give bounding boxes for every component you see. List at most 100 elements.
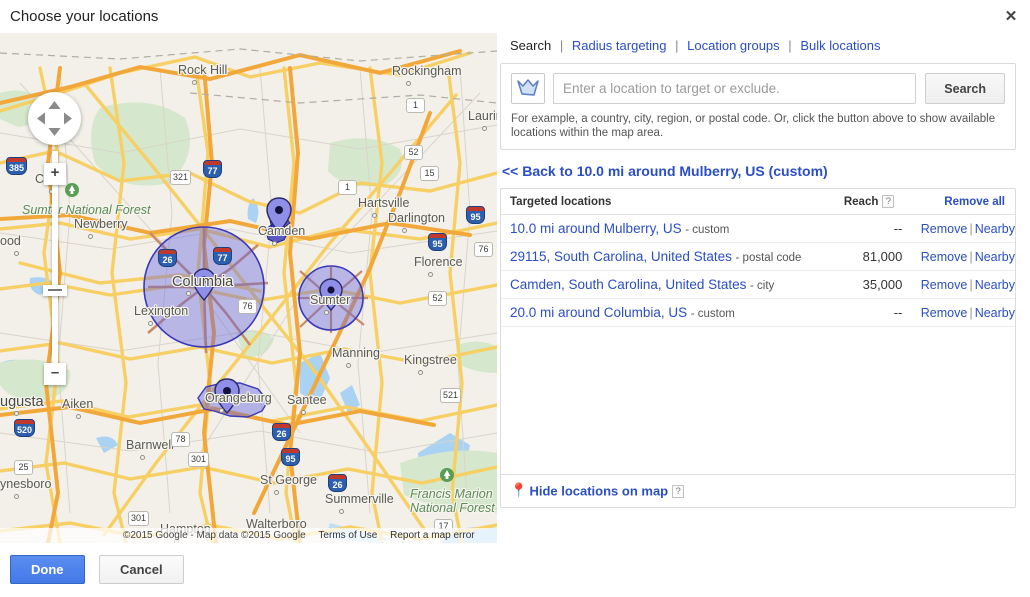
table-row: 29115, South Carolina, United States - p… — [501, 243, 1015, 271]
report-map-error-link[interactable]: Report a map error — [385, 530, 479, 541]
location-link[interactable]: 29115, South Carolina, United States — [510, 249, 732, 264]
map-city-dot — [339, 509, 344, 514]
terms-of-use-link[interactable]: Terms of Use — [313, 530, 382, 541]
nearby-link[interactable]: Nearby — [975, 278, 1015, 292]
location-link[interactable]: 20.0 mi around Columbia, US — [510, 305, 687, 320]
map-city-dot — [402, 228, 407, 233]
location-actions: Remove|Nearby — [902, 243, 1015, 271]
park-icon-sumter — [65, 183, 79, 197]
route-shield-icon: 95 — [466, 206, 485, 224]
location-reach: -- — [829, 299, 903, 327]
route-shield-icon: 95 — [281, 448, 300, 466]
location-reach: 35,000 — [829, 271, 903, 299]
remove-link[interactable]: Remove — [921, 306, 968, 320]
pan-right-icon — [64, 113, 72, 125]
action-separator: | — [967, 277, 974, 292]
pan-left-icon — [37, 113, 45, 125]
cancel-button[interactable]: Cancel — [99, 555, 184, 584]
search-hint: For example, a country, city, region, or… — [511, 112, 1005, 140]
location-reach: 81,000 — [829, 243, 903, 271]
route-shield-icon: 26 — [328, 474, 347, 492]
col-header-reach-label: Reach — [844, 196, 879, 208]
map-city-dot — [428, 272, 433, 277]
location-type: - custom — [685, 224, 729, 236]
route-shield-icon: 52 — [428, 291, 447, 306]
search-box-container: Search For example, a country, city, reg… — [500, 63, 1016, 150]
tab-separator: | — [670, 38, 683, 53]
search-button[interactable]: Search — [925, 73, 1005, 104]
remove-link[interactable]: Remove — [921, 278, 968, 292]
map-city-dot — [406, 81, 411, 86]
table-header-row: Targeted locations Reach? Remove all — [501, 189, 1015, 215]
choose-locations-dialog: Choose your locations ✕ — [0, 0, 1030, 597]
pan-up-icon — [49, 101, 61, 109]
route-shield-icon: 26 — [272, 423, 291, 441]
route-shield-icon: 520 — [14, 419, 35, 437]
map-zoom-slider-handle[interactable] — [43, 285, 67, 296]
tab-search[interactable]: Search — [510, 38, 551, 53]
remove-all-link[interactable]: Remove all — [944, 196, 1005, 208]
pan-down-icon — [49, 128, 61, 136]
location-type: - postal code — [736, 252, 802, 264]
done-button[interactable]: Done — [10, 555, 85, 584]
map-city-dot — [301, 410, 306, 415]
action-separator: | — [967, 249, 974, 264]
nearby-link[interactable]: Nearby — [975, 250, 1015, 264]
route-shield-icon: 301 — [128, 511, 149, 526]
location-reach: -- — [829, 215, 903, 243]
table-row: Camden, South Carolina, United States - … — [501, 271, 1015, 299]
locations-panel: Search | Radius targeting | Location gro… — [500, 38, 1016, 508]
search-input[interactable] — [553, 73, 916, 104]
table-row: 10.0 mi around Mulberry, US - custom -- Re… — [501, 215, 1015, 243]
nearby-link[interactable]: Nearby — [975, 222, 1015, 236]
route-shield-icon: 76 — [238, 299, 257, 314]
page-title: Choose your locations — [10, 8, 158, 25]
map-zoom-track[interactable] — [52, 151, 58, 379]
map-city-dot — [346, 363, 351, 368]
map-city-dot — [148, 321, 153, 326]
hide-locations-footer: 📍Hide locations on map? — [501, 474, 1015, 507]
route-shield-icon: 77 — [213, 247, 232, 265]
map-city-dot — [14, 411, 19, 416]
hide-locations-on-map-link[interactable]: Hide locations on map — [529, 483, 668, 498]
route-shield-icon: 385 — [6, 157, 27, 175]
location-type: - city — [750, 280, 774, 292]
map-city-dot — [219, 408, 224, 413]
remove-link[interactable]: Remove — [921, 250, 968, 264]
action-separator: | — [967, 305, 974, 320]
remove-link[interactable]: Remove — [921, 222, 968, 236]
location-type: - custom — [691, 308, 735, 320]
location-actions: Remove|Nearby — [902, 271, 1015, 299]
map-city-dot — [418, 370, 423, 375]
tab-radius-targeting[interactable]: Radius targeting — [572, 38, 667, 53]
map-city-dot — [140, 455, 145, 460]
map-pan-control[interactable] — [28, 92, 81, 145]
map-zoom-in-button[interactable]: + — [44, 163, 66, 185]
table-row: 20.0 mi around Columbia, US - custom -- Re… — [501, 299, 1015, 327]
route-shield-icon: 77 — [203, 160, 222, 178]
nearby-link[interactable]: Nearby — [975, 306, 1015, 320]
tab-separator: | — [555, 38, 568, 53]
map-pin-icon: 📍 — [510, 482, 527, 498]
reach-help-icon[interactable]: ? — [882, 195, 894, 208]
tab-separator: | — [783, 38, 796, 53]
close-icon[interactable]: ✕ — [1000, 6, 1022, 28]
tab-bulk-locations[interactable]: Bulk locations — [800, 38, 880, 53]
route-shield-icon: 95 — [428, 233, 447, 251]
map-zoom-out-button[interactable]: – — [44, 363, 66, 385]
back-to-location-link[interactable]: << Back to 10.0 mi around Mulberry, US (… — [502, 163, 1016, 179]
hide-locations-help-icon[interactable]: ? — [672, 485, 684, 498]
map-area[interactable]: Rock HillRockinghamLaurinHartsvilleDarli… — [0, 33, 497, 543]
route-shield-icon: 301 — [188, 452, 209, 467]
map-city-dot — [272, 241, 277, 246]
tab-location-groups[interactable]: Location groups — [687, 38, 780, 53]
route-shield-icon: 321 — [170, 170, 191, 185]
dialog-footer: Done Cancel — [10, 555, 184, 584]
map-area-select-icon[interactable] — [511, 73, 545, 104]
map-city-dot — [274, 490, 279, 495]
targeting-tabbar: Search | Radius targeting | Location gro… — [500, 38, 1016, 63]
dialog-header: Choose your locations ✕ — [0, 0, 1030, 35]
location-link[interactable]: Camden, South Carolina, United States — [510, 277, 746, 292]
location-link[interactable]: 10.0 mi around Mulberry, US — [510, 221, 682, 236]
route-shield-icon: 521 — [440, 388, 461, 403]
